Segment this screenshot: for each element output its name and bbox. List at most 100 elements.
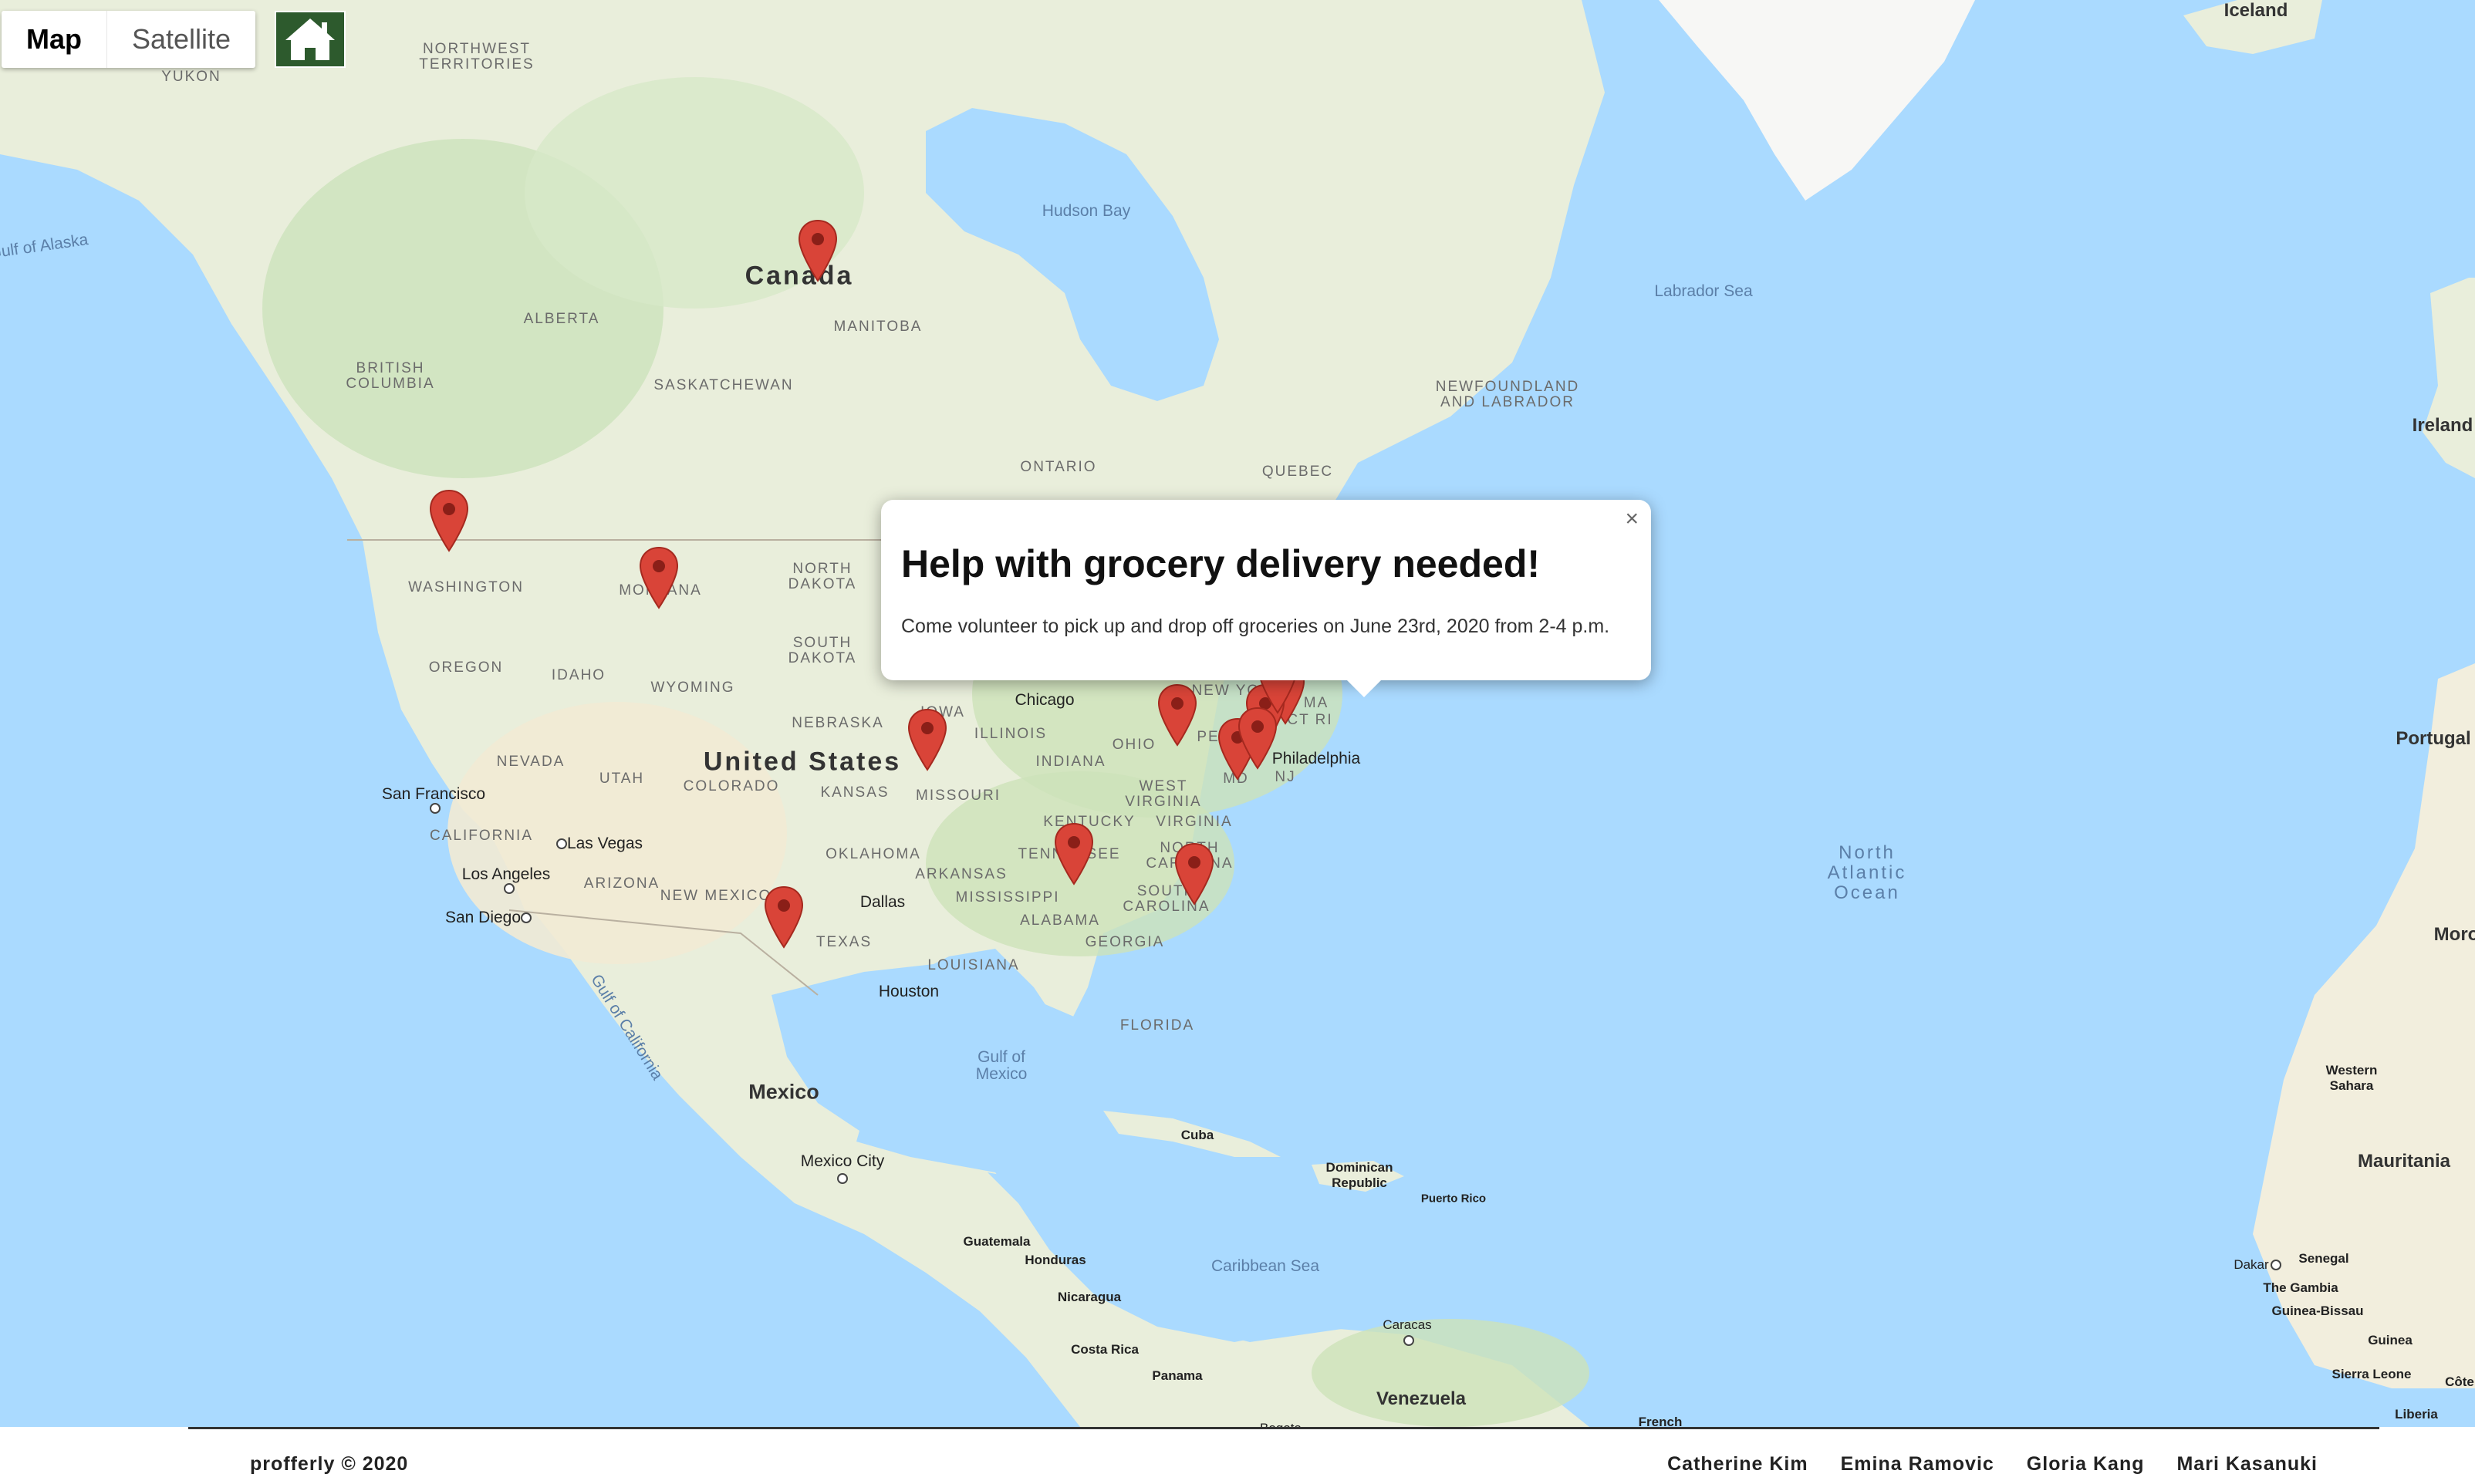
label-guinea: Guinea — [2368, 1333, 2413, 1347]
map-type-satellite-button[interactable]: Satellite — [106, 11, 255, 68]
label-utah: UTAH — [599, 771, 645, 787]
map-marker-pin[interactable] — [1173, 842, 1215, 906]
label-kansas: KANSAS — [820, 784, 890, 801]
label-british-columbia: BRITISH COLUMBIA — [346, 360, 435, 392]
label-sierra-leone: Sierra Leone — [2331, 1367, 2412, 1381]
map-marker-pin[interactable] — [1053, 822, 1095, 885]
label-venezuela: Venezuela — [1376, 1388, 1467, 1409]
label-puerto-rico: Puerto Rico — [1420, 1192, 1487, 1206]
label-yukon: YUKON — [161, 69, 221, 85]
label-oregon: OREGON — [428, 659, 504, 676]
label-los-angeles: Los Angeles — [461, 865, 551, 883]
label-south-dakota: SOUTH DAKOTA — [788, 635, 857, 666]
footer-credits: Catherine Kim Emina Ramovic Gloria Kang … — [1667, 1453, 2318, 1476]
label-caracas: Caracas — [1383, 1317, 1432, 1332]
label-ireland: Ireland — [2412, 415, 2473, 436]
label-ohio: OHIO — [1112, 737, 1156, 753]
label-dakar: Dakar — [2234, 1257, 2269, 1272]
footer-credit-name: Mari Kasanuki — [2176, 1453, 2318, 1475]
label-labrador-sea: Labrador Sea — [1654, 282, 1753, 300]
label-iceland: Iceland — [2223, 0, 2288, 21]
label-liberia: Liberia — [2395, 1407, 2438, 1422]
map-type-map-button[interactable]: Map — [2, 11, 106, 68]
city-dot — [521, 912, 532, 923]
map-canvas[interactable]: Canada United States Mexico Iceland Irel… — [0, 0, 2475, 1427]
label-florida: FLORIDA — [1119, 1017, 1195, 1034]
map-marker-pin[interactable] — [1237, 707, 1278, 770]
city-dot — [556, 838, 567, 849]
label-las-vegas: Las Vegas — [566, 835, 643, 852]
map-marker-pin[interactable] — [1156, 683, 1198, 747]
label-north-dakota: NORTH DAKOTA — [788, 561, 857, 592]
label-philadelphia: Philadelphia — [1271, 750, 1361, 767]
close-icon[interactable]: × — [1620, 503, 1643, 535]
label-idaho: IDAHO — [551, 667, 606, 683]
label-north-atlantic-ocean: North Atlantic Ocean — [1827, 842, 1907, 903]
label-gulf-of-mexico: Gulf of Mexico — [975, 1048, 1028, 1083]
label-georgia: GEORGIA — [1085, 934, 1165, 950]
label-louisiana: LOUISIANA — [927, 957, 1020, 973]
label-texas: TEXAS — [815, 934, 873, 950]
label-dominican-republic: Dominican Republic — [1325, 1160, 1393, 1190]
label-new-mexico: NEW MEXICO — [660, 888, 772, 904]
label-morocco: Moro — [2433, 924, 2475, 945]
label-washington: WASHINGTON — [408, 579, 524, 595]
label-missouri: MISSOURI — [916, 788, 1001, 804]
info-window-body: Come volunteer to pick up and drop off g… — [901, 616, 1610, 637]
label-mississippi: MISSISSIPPI — [955, 889, 1060, 906]
label-alabama: ALABAMA — [1020, 912, 1100, 929]
label-honduras: Honduras — [1025, 1253, 1086, 1267]
label-french: French — [1638, 1415, 1683, 1427]
label-guatemala: Guatemala — [963, 1234, 1031, 1249]
footer-divider — [188, 1427, 2379, 1429]
map-type-control: Map Satellite — [2, 11, 256, 68]
label-dallas: Dallas — [859, 893, 906, 911]
label-costa-rica: Costa Rica — [1071, 1342, 1139, 1357]
label-manitoba: MANITOBA — [833, 319, 923, 335]
label-hudson-bay: Hudson Bay — [1042, 202, 1131, 220]
label-west-virginia: WEST VIRGINIA — [1125, 778, 1202, 810]
city-dot — [504, 883, 515, 894]
map-marker-pin[interactable] — [907, 708, 948, 771]
label-nj: NJ — [1275, 769, 1296, 785]
label-the-gambia: The Gambia — [2263, 1280, 2338, 1295]
label-alberta: ALBERTA — [523, 311, 600, 327]
label-northwest-territories: NORTHWEST TERRITORIES — [419, 41, 535, 73]
label-western-sahara: Western Sahara — [2325, 1063, 2378, 1093]
label-cote: Côte — [2445, 1374, 2474, 1389]
label-guinea-bissau: Guinea-Bissau — [2271, 1304, 2364, 1318]
home-button[interactable] — [275, 11, 346, 68]
label-nicaragua: Nicaragua — [1057, 1290, 1122, 1304]
label-ma: MA — [1303, 695, 1329, 711]
label-cuba: Cuba — [1180, 1128, 1214, 1142]
label-california: CALIFORNIA — [429, 828, 534, 844]
map-marker-pin[interactable] — [428, 489, 470, 552]
label-san-francisco: San Francisco — [381, 785, 486, 803]
label-san-diego: San Diego — [444, 909, 522, 926]
footer-copyright: profferly © 2020 — [250, 1453, 409, 1475]
city-dot — [837, 1173, 848, 1184]
label-mexico: Mexico — [748, 1080, 819, 1104]
label-indiana: INDIANA — [1035, 754, 1106, 770]
footer-credit-name: Emina Ramovic — [1840, 1453, 1994, 1475]
map-marker-pin[interactable] — [797, 219, 839, 282]
label-oklahoma: OKLAHOMA — [826, 846, 921, 862]
label-virginia: VIRGINIA — [1156, 814, 1233, 830]
label-senegal: Senegal — [2298, 1251, 2349, 1266]
label-wyoming: WYOMING — [650, 680, 735, 696]
footer-credit-name: Catherine Kim — [1667, 1453, 1808, 1475]
label-bogota: Bogota — [1260, 1421, 1302, 1427]
city-dot — [2271, 1260, 2281, 1270]
label-quebec: QUEBEC — [1261, 464, 1334, 480]
page-footer: profferly © 2020 Catherine Kim Emina Ram… — [0, 1427, 2475, 1484]
label-portugal: Portugal — [2396, 728, 2471, 749]
map-marker-pin[interactable] — [638, 546, 680, 609]
label-caribbean-sea: Caribbean Sea — [1210, 1257, 1320, 1275]
map-marker-pin[interactable] — [763, 885, 805, 949]
info-window: × Help with grocery delivery needed! Com… — [881, 500, 1651, 697]
label-colorado: COLORADO — [683, 778, 780, 794]
home-icon — [285, 19, 335, 60]
label-newfoundland: NEWFOUNDLAND AND LABRADOR — [1435, 379, 1580, 410]
label-illinois: ILLINOIS — [974, 726, 1048, 742]
label-united-states: United States — [703, 747, 902, 777]
